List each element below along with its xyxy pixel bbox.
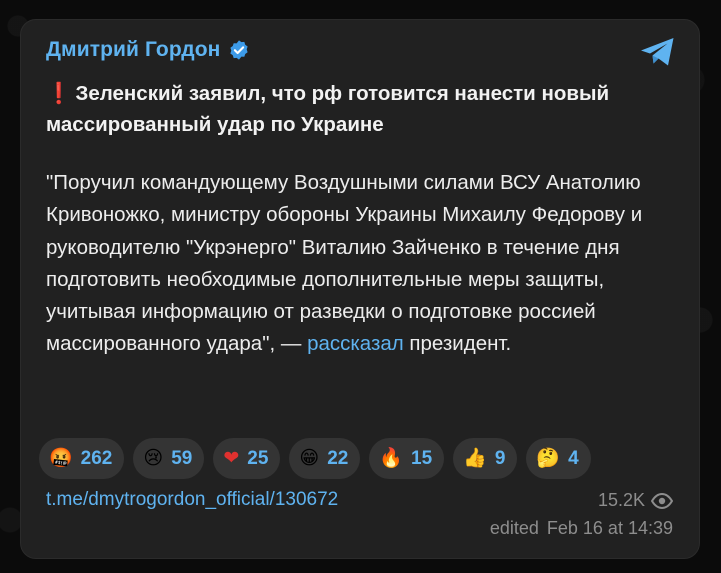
reaction-count: 15 — [411, 447, 433, 469]
reaction-count: 22 — [327, 447, 349, 469]
post-permalink[interactable]: t.me/dmytrogordon_official/130672 — [46, 489, 338, 511]
thumbs-up-icon: 👍 — [463, 447, 487, 469]
headline-text: Зеленский заявил, что рф готовится нанес… — [46, 82, 610, 136]
post-meta: edited Feb 16 at 14:39 — [490, 518, 673, 539]
reaction-thinking[interactable]: 🤔 4 — [526, 438, 591, 479]
channel-header[interactable]: Дмитрий Гордон — [46, 38, 250, 62]
verified-badge-icon — [228, 39, 250, 61]
edited-label: edited — [489, 518, 539, 538]
view-counter: 15.2K — [597, 490, 674, 511]
reaction-count: 59 — [171, 447, 193, 469]
reaction-count: 9 — [494, 447, 506, 469]
reaction-grinning[interactable]: 😁 22 — [289, 438, 361, 479]
reaction-crying[interactable]: 😢 59 — [133, 438, 205, 479]
heart-icon: ❤ — [223, 447, 240, 469]
reaction-count: 4 — [568, 447, 579, 469]
reaction-heart[interactable]: ❤ 25 — [213, 438, 281, 479]
fire-icon: 🔥 — [379, 447, 404, 469]
crying-face-icon: 😢 — [143, 447, 164, 469]
reaction-fire[interactable]: 🔥 15 — [369, 438, 445, 479]
cursing-face-icon: 🤬 — [49, 447, 73, 469]
thinking-face-icon: 🤔 — [536, 447, 561, 469]
reaction-thumbs-up[interactable]: 👍 9 — [453, 438, 518, 479]
post-body: "Поручил командующему Воздушными силами … — [46, 167, 686, 361]
reaction-cursing[interactable]: 🤬 262 — [39, 438, 125, 479]
exclamation-icon: ❗ — [46, 82, 72, 105]
eye-icon — [650, 492, 674, 509]
body-end-text: президент. — [403, 332, 512, 356]
post-headline: ❗ Зеленский заявил, что рф готовится нане… — [46, 78, 686, 140]
post-card: Дмитрий Гордон ❗ Зеленский заявил, что рф… — [20, 19, 700, 559]
channel-name[interactable]: Дмитрий Гордон — [46, 38, 220, 62]
reactions-bar: 🤬 262 😢 59 ❤ 25 😁 22 🔥 15 👍 9 🤔 4 — [39, 438, 591, 479]
reaction-count: 25 — [247, 447, 269, 469]
body-link-said[interactable]: рассказал — [307, 332, 404, 355]
post-timestamp: Feb 16 at 14:39 — [546, 518, 673, 538]
telegram-plane-icon[interactable] — [639, 36, 677, 68]
body-quote-text: "Поручил командующему Воздушными силами … — [46, 171, 643, 356]
views-count: 15.2K — [597, 490, 645, 510]
reaction-count: 262 — [80, 447, 113, 469]
grinning-face-icon: 😁 — [299, 447, 320, 469]
